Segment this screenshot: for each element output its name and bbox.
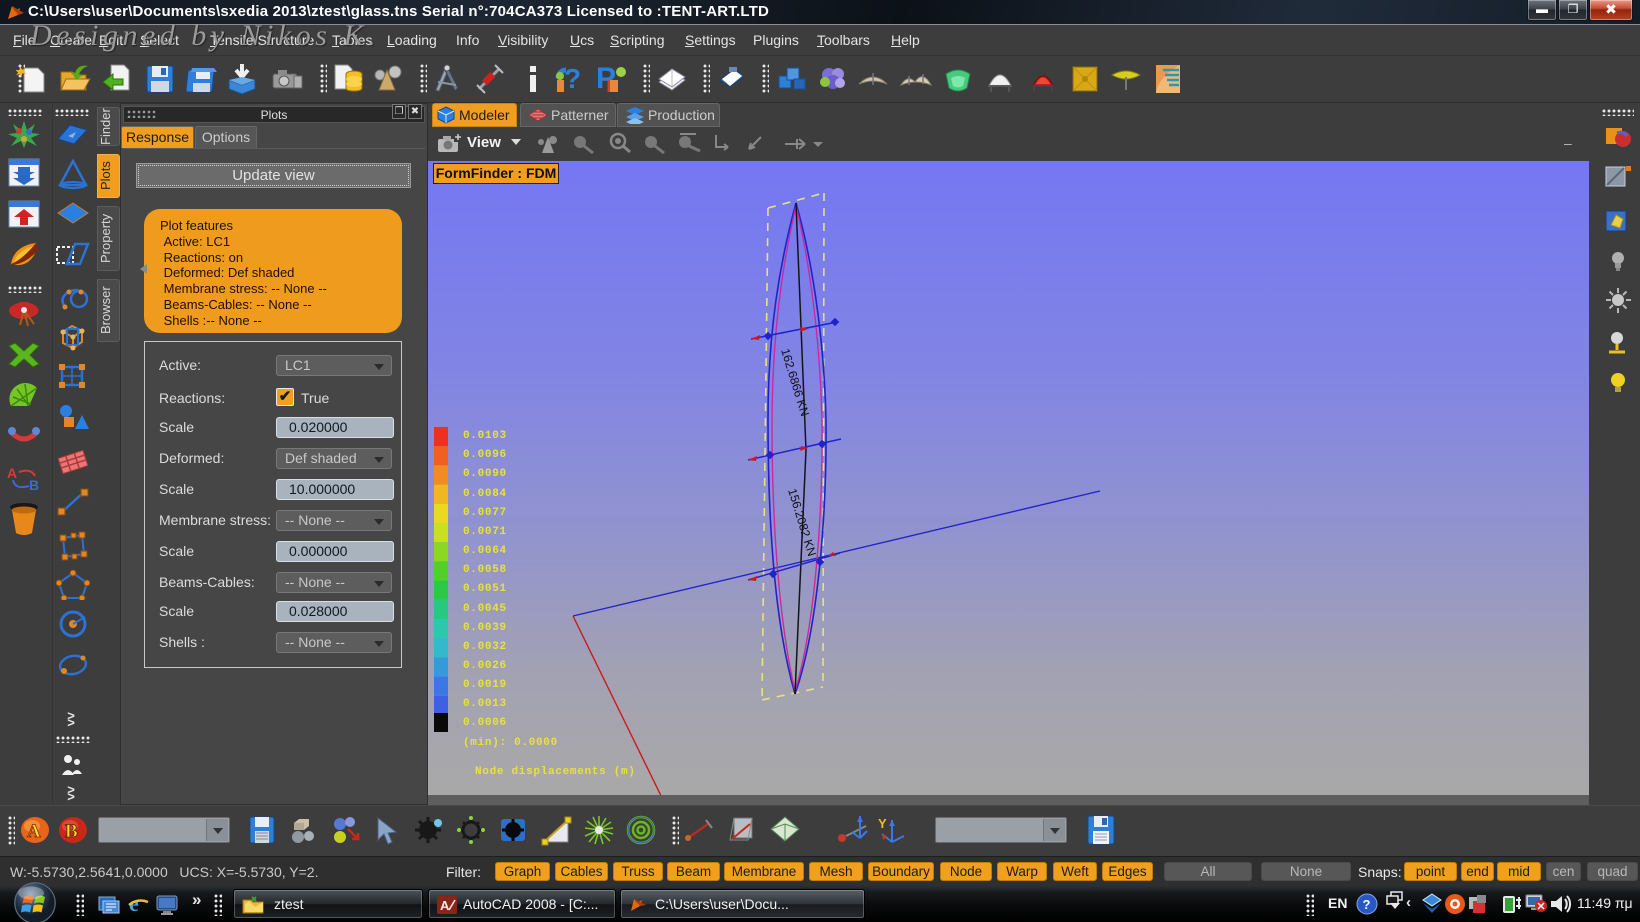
svg-text:0.0039: 0.0039 — [463, 622, 507, 634]
svg-text:0.0090: 0.0090 — [463, 468, 507, 480]
svg-text:Node displacements (m): Node displacements (m) — [475, 766, 636, 778]
svg-text:?: ? — [1363, 897, 1371, 912]
svg-text:0.0084: 0.0084 — [463, 488, 507, 500]
svg-text:0.0051: 0.0051 — [463, 583, 507, 595]
svg-text:0.0019: 0.0019 — [463, 679, 507, 691]
svg-text:A: A — [27, 821, 41, 842]
svg-text:0.0064: 0.0064 — [463, 545, 507, 557]
svg-text:B: B — [65, 821, 78, 842]
svg-text:0.0071: 0.0071 — [463, 526, 507, 538]
svg-text:0.0013: 0.0013 — [463, 698, 507, 710]
svg-text:0.0045: 0.0045 — [463, 603, 507, 615]
svg-text:0.0058: 0.0058 — [463, 564, 507, 576]
svg-text:0.0032: 0.0032 — [463, 641, 507, 653]
svg-text:0.0096: 0.0096 — [463, 449, 507, 461]
svg-text:B: B — [29, 477, 39, 492]
svg-text:0.0103: 0.0103 — [463, 430, 507, 442]
svg-text:Y: Y — [878, 816, 887, 831]
svg-text:(min): 0.0000: (min): 0.0000 — [463, 737, 558, 749]
svg-text:0.0026: 0.0026 — [463, 660, 507, 672]
svg-text:0.0006: 0.0006 — [463, 717, 507, 729]
svg-text:0.0077: 0.0077 — [463, 507, 507, 519]
svg-text:A: A — [7, 465, 17, 481]
svg-text:A: A — [440, 898, 450, 913]
svg-text:162.6866 KN: 162.6866 KN — [778, 347, 812, 418]
svg-text:?: ? — [564, 63, 581, 94]
